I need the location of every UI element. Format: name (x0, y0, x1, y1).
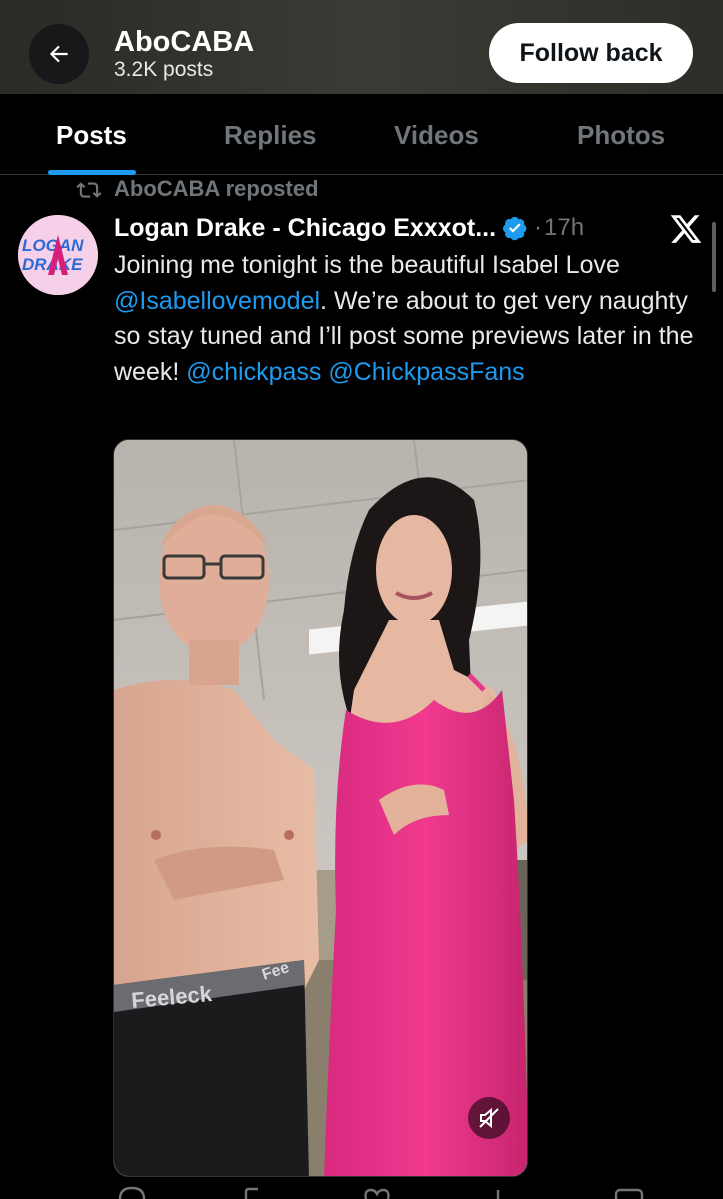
scrollbar[interactable] (712, 222, 716, 292)
post-count: 3.2K posts (114, 58, 214, 81)
post-text-part: Joining me tonight is the beautiful Isab… (114, 251, 620, 279)
reply-icon[interactable] (118, 1186, 146, 1199)
post-separator: · (534, 214, 543, 241)
repost-label: AboCABA reposted (114, 176, 319, 201)
active-tab-indicator (48, 170, 136, 175)
post-video[interactable]: Feeleck Fee (113, 439, 528, 1177)
repost-action-icon[interactable] (244, 1186, 274, 1199)
mention-chickpassfans[interactable]: @ChickpassFans (328, 358, 524, 386)
repost-context[interactable]: AboCABA reposted (76, 176, 319, 202)
post-author-row: Logan Drake - Chicago Exxxot... · 17h (114, 212, 584, 244)
follow-back-button[interactable]: Follow back (489, 23, 693, 83)
profile-tabs: Posts Replies Videos Photos (0, 94, 723, 175)
x-logo-glyph (670, 215, 702, 243)
logan-drake-logo: LOGAN DRAKE (18, 215, 98, 295)
profile-header: AboCABA 3.2K posts Follow back (0, 0, 723, 94)
arrow-left-icon (49, 45, 68, 63)
svg-text:LOGAN: LOGAN (22, 236, 84, 255)
mention-chickpass[interactable]: @chickpass (186, 358, 321, 386)
verified-badge-icon (503, 216, 527, 241)
tab-replies[interactable]: Replies (224, 120, 317, 151)
bookmark-icon[interactable] (614, 1186, 644, 1199)
views-icon[interactable] (490, 1186, 506, 1199)
tab-posts[interactable]: Posts (56, 120, 127, 151)
mention-isabellovemodel[interactable]: @Isabellovemodel (114, 287, 320, 315)
mute-button[interactable] (468, 1097, 510, 1139)
video-frame: Feeleck Fee (114, 440, 527, 1176)
post-time[interactable]: 17h (544, 214, 584, 242)
repost-icon (76, 182, 102, 198)
tab-videos[interactable]: Videos (394, 120, 479, 151)
post-actions (114, 1186, 704, 1199)
back-button[interactable] (29, 24, 89, 84)
author-avatar[interactable]: LOGAN DRAKE (18, 215, 98, 295)
x-logo-icon[interactable] (669, 212, 703, 246)
author-name[interactable]: Logan Drake - Chicago Exxxot... (114, 214, 496, 243)
profile-name: AboCABA (114, 26, 255, 58)
post-text: Joining me tonight is the beautiful Isab… (114, 248, 699, 390)
like-icon[interactable] (362, 1186, 392, 1199)
tab-photos[interactable]: Photos (577, 120, 665, 151)
muted-speaker-icon (479, 1107, 499, 1129)
